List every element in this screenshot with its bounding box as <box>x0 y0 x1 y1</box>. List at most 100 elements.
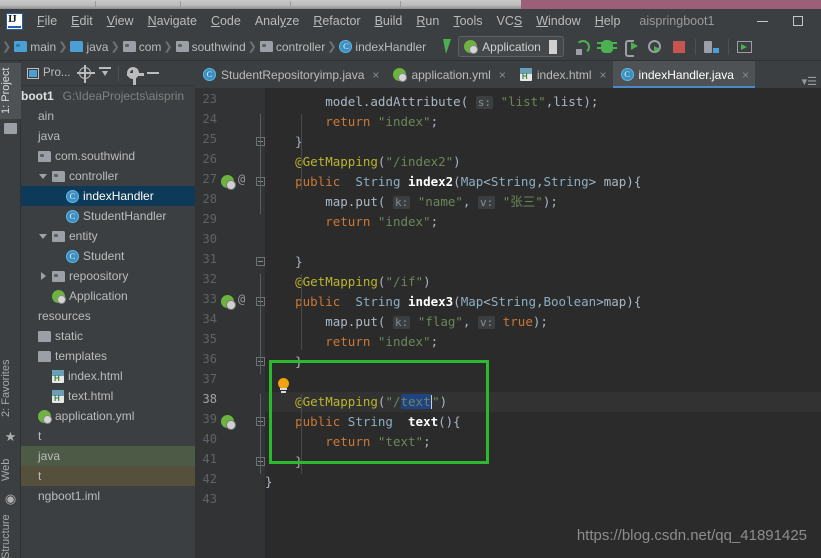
html-file-icon <box>52 369 64 383</box>
toolwindow-tab-project[interactable]: 1: Project <box>0 63 21 119</box>
chevron-right-icon[interactable] <box>39 271 48 281</box>
tree-row[interactable]: com.southwind <box>21 146 195 166</box>
menu-item-run[interactable]: Run <box>409 12 446 30</box>
annotation-gutter-icon[interactable]: @ <box>238 292 245 306</box>
editor-tab-application-yml[interactable]: application.yml × <box>385 61 511 88</box>
menu-item-build[interactable]: Build <box>368 12 410 30</box>
chevron-down-icon[interactable] <box>39 172 48 181</box>
tree-row[interactable]: repoository <box>21 266 195 286</box>
tree-row[interactable]: text.html <box>21 386 195 406</box>
tree-row[interactable]: java <box>21 126 195 146</box>
tree-row[interactable]: ngboot1.iml <box>21 486 195 506</box>
menu-item-vcs[interactable]: VCS <box>490 12 530 30</box>
make-project-icon[interactable] <box>436 39 452 55</box>
tree-row-label: ain <box>38 109 55 123</box>
run-configuration-selector[interactable]: Application <box>458 36 564 57</box>
minimize-button[interactable] <box>745 10 779 32</box>
menu-item-navigate[interactable]: Navigate <box>141 12 204 30</box>
close-icon[interactable]: × <box>499 68 506 82</box>
tree-row[interactable]: Application <box>21 286 195 306</box>
tree-row[interactable]: ain <box>21 106 195 126</box>
toolwindow-tab-structure[interactable]: Structure <box>0 514 21 558</box>
breadcrumb-item-com[interactable]: com <box>136 40 162 54</box>
editor-tab-indexhandler-java[interactable]: C indexHandler.java × <box>612 61 756 88</box>
tree-row-label: index.html <box>68 369 123 383</box>
gutter-line-number: 38 <box>202 392 217 406</box>
code-line: } <box>265 354 303 369</box>
stop-button[interactable] <box>668 36 690 58</box>
code-line: } <box>265 454 303 469</box>
locate-icon <box>76 65 95 83</box>
project-view-tab[interactable]: Pro... <box>24 66 73 80</box>
profiler-button[interactable] <box>644 36 666 58</box>
spring-bean-gutter-icon[interactable] <box>221 295 236 310</box>
tree-row[interactable]: resources <box>21 306 195 326</box>
gutter-line-number: 31 <box>202 252 217 266</box>
code-line: return "index"; <box>325 114 439 129</box>
tree-row[interactable]: C StudentHandler <box>21 206 195 226</box>
tree-row[interactable]: CindexHandler <box>21 186 195 206</box>
menu-item-tools[interactable]: Tools <box>446 12 489 30</box>
chevron-down-icon[interactable] <box>39 232 48 241</box>
breadcrumb: ❯ main ❯ java ❯ com ❯ southwind ❯ contro… <box>0 40 428 54</box>
editor-tab-studentrepositoryimp[interactable]: C StudentRepositoryimp.java × <box>195 61 385 88</box>
lightbulb-icon[interactable] <box>277 378 290 393</box>
tree-row[interactable]: controller <box>21 166 195 186</box>
package-icon <box>259 41 273 52</box>
tab-list-button[interactable]: ▾☰ <box>802 75 821 88</box>
menu-item-help[interactable]: Help <box>588 12 628 30</box>
breadcrumb-item-java[interactable]: java <box>83 40 108 54</box>
close-icon[interactable]: × <box>600 68 607 82</box>
rerun-button[interactable] <box>572 36 594 58</box>
tree-row-label: com.southwind <box>55 149 136 163</box>
tree-row-root[interactable]: boot1 G:\IdeaProjects\aisprin <box>21 86 195 106</box>
tree-row[interactable]: C Student <box>21 246 195 266</box>
gutter-line-number: 41 <box>202 452 217 466</box>
tree-row[interactable]: java <box>21 446 195 466</box>
editor-gutter[interactable]: 23 24 25 26 27 @28 29 30 31 32 33 @34 35 36 37 38 39 40 41… <box>195 88 265 558</box>
tree-row[interactable]: t <box>21 466 195 486</box>
collapse-all-button[interactable] <box>96 65 113 82</box>
code-text-area[interactable]: model.addAttribute( s: "list",list); ret… <box>265 88 821 558</box>
breadcrumb-item-indexhandler[interactable]: indexHandler <box>352 40 426 54</box>
breadcrumb-item-controller[interactable]: controller <box>273 40 325 54</box>
breadcrumb-item-main[interactable]: main <box>27 40 56 54</box>
project-toolbar: Pro... <box>21 61 195 86</box>
code-editor[interactable]: 23 24 25 26 27 @28 29 30 31 32 33 @34 35 36 37 38 39 40 41… <box>195 88 821 558</box>
editor-tab-index-html[interactable]: index.html × <box>512 61 613 88</box>
layout-button[interactable] <box>701 36 723 58</box>
menu-item-window[interactable]: Window <box>529 12 587 30</box>
close-icon[interactable]: × <box>742 68 749 82</box>
annotation-gutter-icon[interactable]: @ <box>238 172 245 186</box>
maximize-button[interactable] <box>781 10 815 32</box>
code-fold-toggle[interactable] <box>256 257 265 266</box>
menu-item-view[interactable]: View <box>100 12 141 30</box>
menu-item-refactor[interactable]: Refactor <box>306 12 367 30</box>
coverage-button[interactable] <box>620 36 642 58</box>
spring-bean-gutter-icon[interactable] <box>221 415 236 430</box>
tree-row[interactable]: application.yml <box>21 406 195 426</box>
menu-item-code[interactable]: Code <box>204 12 248 30</box>
tree-row[interactable]: static <box>21 326 195 346</box>
settings-button[interactable] <box>124 65 145 85</box>
intellij-idea-window: File Edit View Navigate Code Analyze Ref… <box>0 0 821 558</box>
tree-row[interactable]: entity <box>21 226 195 246</box>
tree-row[interactable]: t <box>21 426 195 446</box>
menu-item-analyze[interactable]: Analyze <box>248 12 306 30</box>
tree-row[interactable]: templates <box>21 346 195 366</box>
breadcrumb-separator: ❯ <box>110 41 120 53</box>
close-icon[interactable]: × <box>372 68 379 82</box>
debug-button[interactable] <box>596 36 618 58</box>
spring-bean-gutter-icon[interactable] <box>221 175 236 190</box>
breadcrumb-item-southwind[interactable]: southwind <box>189 40 246 54</box>
panel-button[interactable] <box>734 36 756 58</box>
locate-button[interactable] <box>76 65 95 83</box>
debug-icon <box>596 40 617 53</box>
hide-button[interactable] <box>144 65 161 82</box>
menu-item-file[interactable]: File <box>30 12 64 30</box>
toolwindow-tab-web[interactable]: Web <box>0 453 21 487</box>
toolwindow-tab-favorites[interactable]: 2: Favorites <box>0 351 21 425</box>
project-tree[interactable]: boot1 G:\IdeaProjects\aisprin ain java com… <box>21 86 195 558</box>
menu-item-edit[interactable]: Edit <box>64 12 100 30</box>
tree-row[interactable]: index.html <box>21 366 195 386</box>
